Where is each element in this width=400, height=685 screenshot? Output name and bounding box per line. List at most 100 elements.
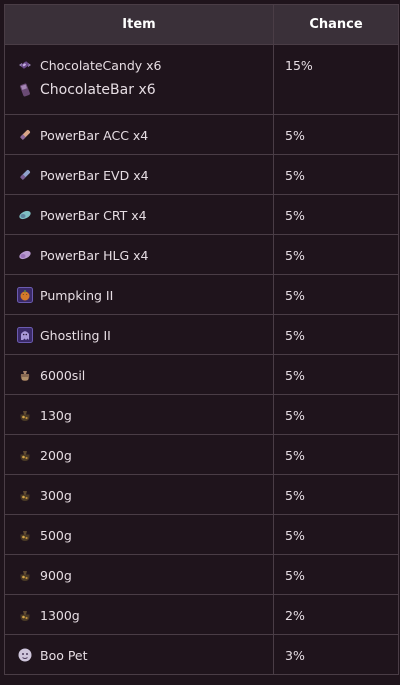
- item-cell: PowerBar ACC x4: [4, 114, 274, 155]
- item-name: 200g: [40, 447, 72, 463]
- item-cell: 1300g: [4, 594, 274, 635]
- item-name: PowerBar ACC x4: [40, 127, 149, 143]
- pumpking-icon: [17, 287, 33, 303]
- item-cell: ChocolateCandy x6 ChocolateBar x6: [4, 44, 274, 115]
- chance-value: 5%: [285, 488, 305, 503]
- chance-cell: 3%: [273, 634, 399, 675]
- item-cell: Ghostling II: [4, 314, 274, 355]
- chance-cell: 5%: [273, 474, 399, 515]
- item-entry: PowerBar HLG x4: [17, 247, 273, 263]
- item-name: PowerBar EVD x4: [40, 167, 149, 183]
- chance-cell: 5%: [273, 514, 399, 555]
- chance-cell: 5%: [273, 194, 399, 235]
- table-row: PowerBar HLG x4 5%: [4, 234, 399, 275]
- chance-value: 5%: [285, 408, 305, 423]
- item-entry: 130g: [17, 407, 273, 423]
- item-entry: 500g: [17, 527, 273, 543]
- item-entry: Boo Pet: [17, 647, 273, 663]
- table-row: 300g 5%: [4, 474, 399, 515]
- item-name: 500g: [40, 527, 72, 543]
- chance-cell: 5%: [273, 314, 399, 355]
- table-row: 130g 5%: [4, 394, 399, 435]
- item-cell: PowerBar HLG x4: [4, 234, 274, 275]
- item-cell: PowerBar CRT x4: [4, 194, 274, 235]
- chance-value: 3%: [285, 648, 305, 663]
- chance-cell: 5%: [273, 354, 399, 395]
- drop-table-container: Item Chance ChocolateCandy x6 ChocolateBa…: [4, 4, 399, 675]
- item-entry: 6000sil: [17, 367, 273, 383]
- table-row: Boo Pet 3%: [4, 634, 399, 675]
- gold-pouch-icon: [17, 607, 33, 623]
- item-name: Ghostling II: [40, 327, 111, 343]
- item-cell: 900g: [4, 554, 274, 595]
- table-row: 6000sil 5%: [4, 354, 399, 395]
- powerbar-evd-icon: [17, 167, 33, 183]
- item-name: ChocolateBar x6: [40, 82, 156, 98]
- powerbar-hlg-icon: [17, 247, 33, 263]
- item-name: Boo Pet: [40, 647, 88, 663]
- gold-pouch-icon: [17, 567, 33, 583]
- table-row: 500g 5%: [4, 514, 399, 555]
- ghostling-icon: [17, 327, 33, 343]
- item-name: ChocolateCandy x6: [40, 57, 162, 73]
- item-name: 130g: [40, 407, 72, 423]
- chance-cell: 5%: [273, 114, 399, 155]
- table-row: ChocolateCandy x6 ChocolateBar x6 15%: [4, 44, 399, 115]
- chance-cell: 5%: [273, 434, 399, 475]
- table-row: 200g 5%: [4, 434, 399, 475]
- chance-cell: 5%: [273, 274, 399, 315]
- chocolate-bar-icon: [17, 82, 33, 98]
- chance-value: 5%: [285, 328, 305, 343]
- item-entry: Pumpking II: [17, 287, 273, 303]
- item-entry: PowerBar ACC x4: [17, 127, 273, 143]
- table-header-row: Item Chance: [4, 4, 399, 45]
- item-cell: Pumpking II: [4, 274, 274, 315]
- table-row: PowerBar ACC x4 5%: [4, 114, 399, 155]
- gold-pouch-icon: [17, 487, 33, 503]
- gold-pouch-icon: [17, 447, 33, 463]
- table-body: ChocolateCandy x6 ChocolateBar x6 15% Power…: [4, 44, 399, 675]
- item-entry: 200g: [17, 447, 273, 463]
- table-row: Pumpking II 5%: [4, 274, 399, 315]
- powerbar-crt-icon: [17, 207, 33, 223]
- chance-value: 5%: [285, 248, 305, 263]
- chance-cell: 5%: [273, 154, 399, 195]
- item-entry: PowerBar CRT x4: [17, 207, 273, 223]
- item-entry: ChocolateCandy x6: [17, 57, 273, 73]
- item-entry: 900g: [17, 567, 273, 583]
- item-cell: PowerBar EVD x4: [4, 154, 274, 195]
- chance-value: 5%: [285, 368, 305, 383]
- item-cell: 200g: [4, 434, 274, 475]
- chocolate-candy-icon: [17, 57, 33, 73]
- chance-value: 5%: [285, 528, 305, 543]
- item-name: 1300g: [40, 607, 80, 623]
- chance-value: 5%: [285, 568, 305, 583]
- table-row: 900g 5%: [4, 554, 399, 595]
- item-name: 900g: [40, 567, 72, 583]
- chance-value: 5%: [285, 288, 305, 303]
- item-cell: 6000sil: [4, 354, 274, 395]
- chance-value: 5%: [285, 448, 305, 463]
- item-entry: 300g: [17, 487, 273, 503]
- table-row: PowerBar CRT x4 5%: [4, 194, 399, 235]
- chance-column-header: Chance: [273, 4, 399, 45]
- chance-value: 5%: [285, 208, 305, 223]
- item-entry: 1300g: [17, 607, 273, 623]
- powerbar-acc-icon: [17, 127, 33, 143]
- item-name: PowerBar HLG x4: [40, 247, 149, 263]
- chance-cell: 5%: [273, 554, 399, 595]
- gold-pouch-icon: [17, 527, 33, 543]
- drop-chance-table: Item Chance ChocolateCandy x6 ChocolateBa…: [4, 4, 399, 675]
- item-entry: Ghostling II: [17, 327, 273, 343]
- table-row: Ghostling II 5%: [4, 314, 399, 355]
- chance-value: 5%: [285, 128, 305, 143]
- silver-bag-icon: [17, 367, 33, 383]
- chance-cell: 15%: [273, 44, 399, 115]
- item-name: Pumpking II: [40, 287, 114, 303]
- item-name: PowerBar CRT x4: [40, 207, 147, 223]
- item-cell: 500g: [4, 514, 274, 555]
- gold-pouch-icon: [17, 407, 33, 423]
- table-row: PowerBar EVD x4 5%: [4, 154, 399, 195]
- chance-cell: 5%: [273, 234, 399, 275]
- table-row: 1300g 2%: [4, 594, 399, 635]
